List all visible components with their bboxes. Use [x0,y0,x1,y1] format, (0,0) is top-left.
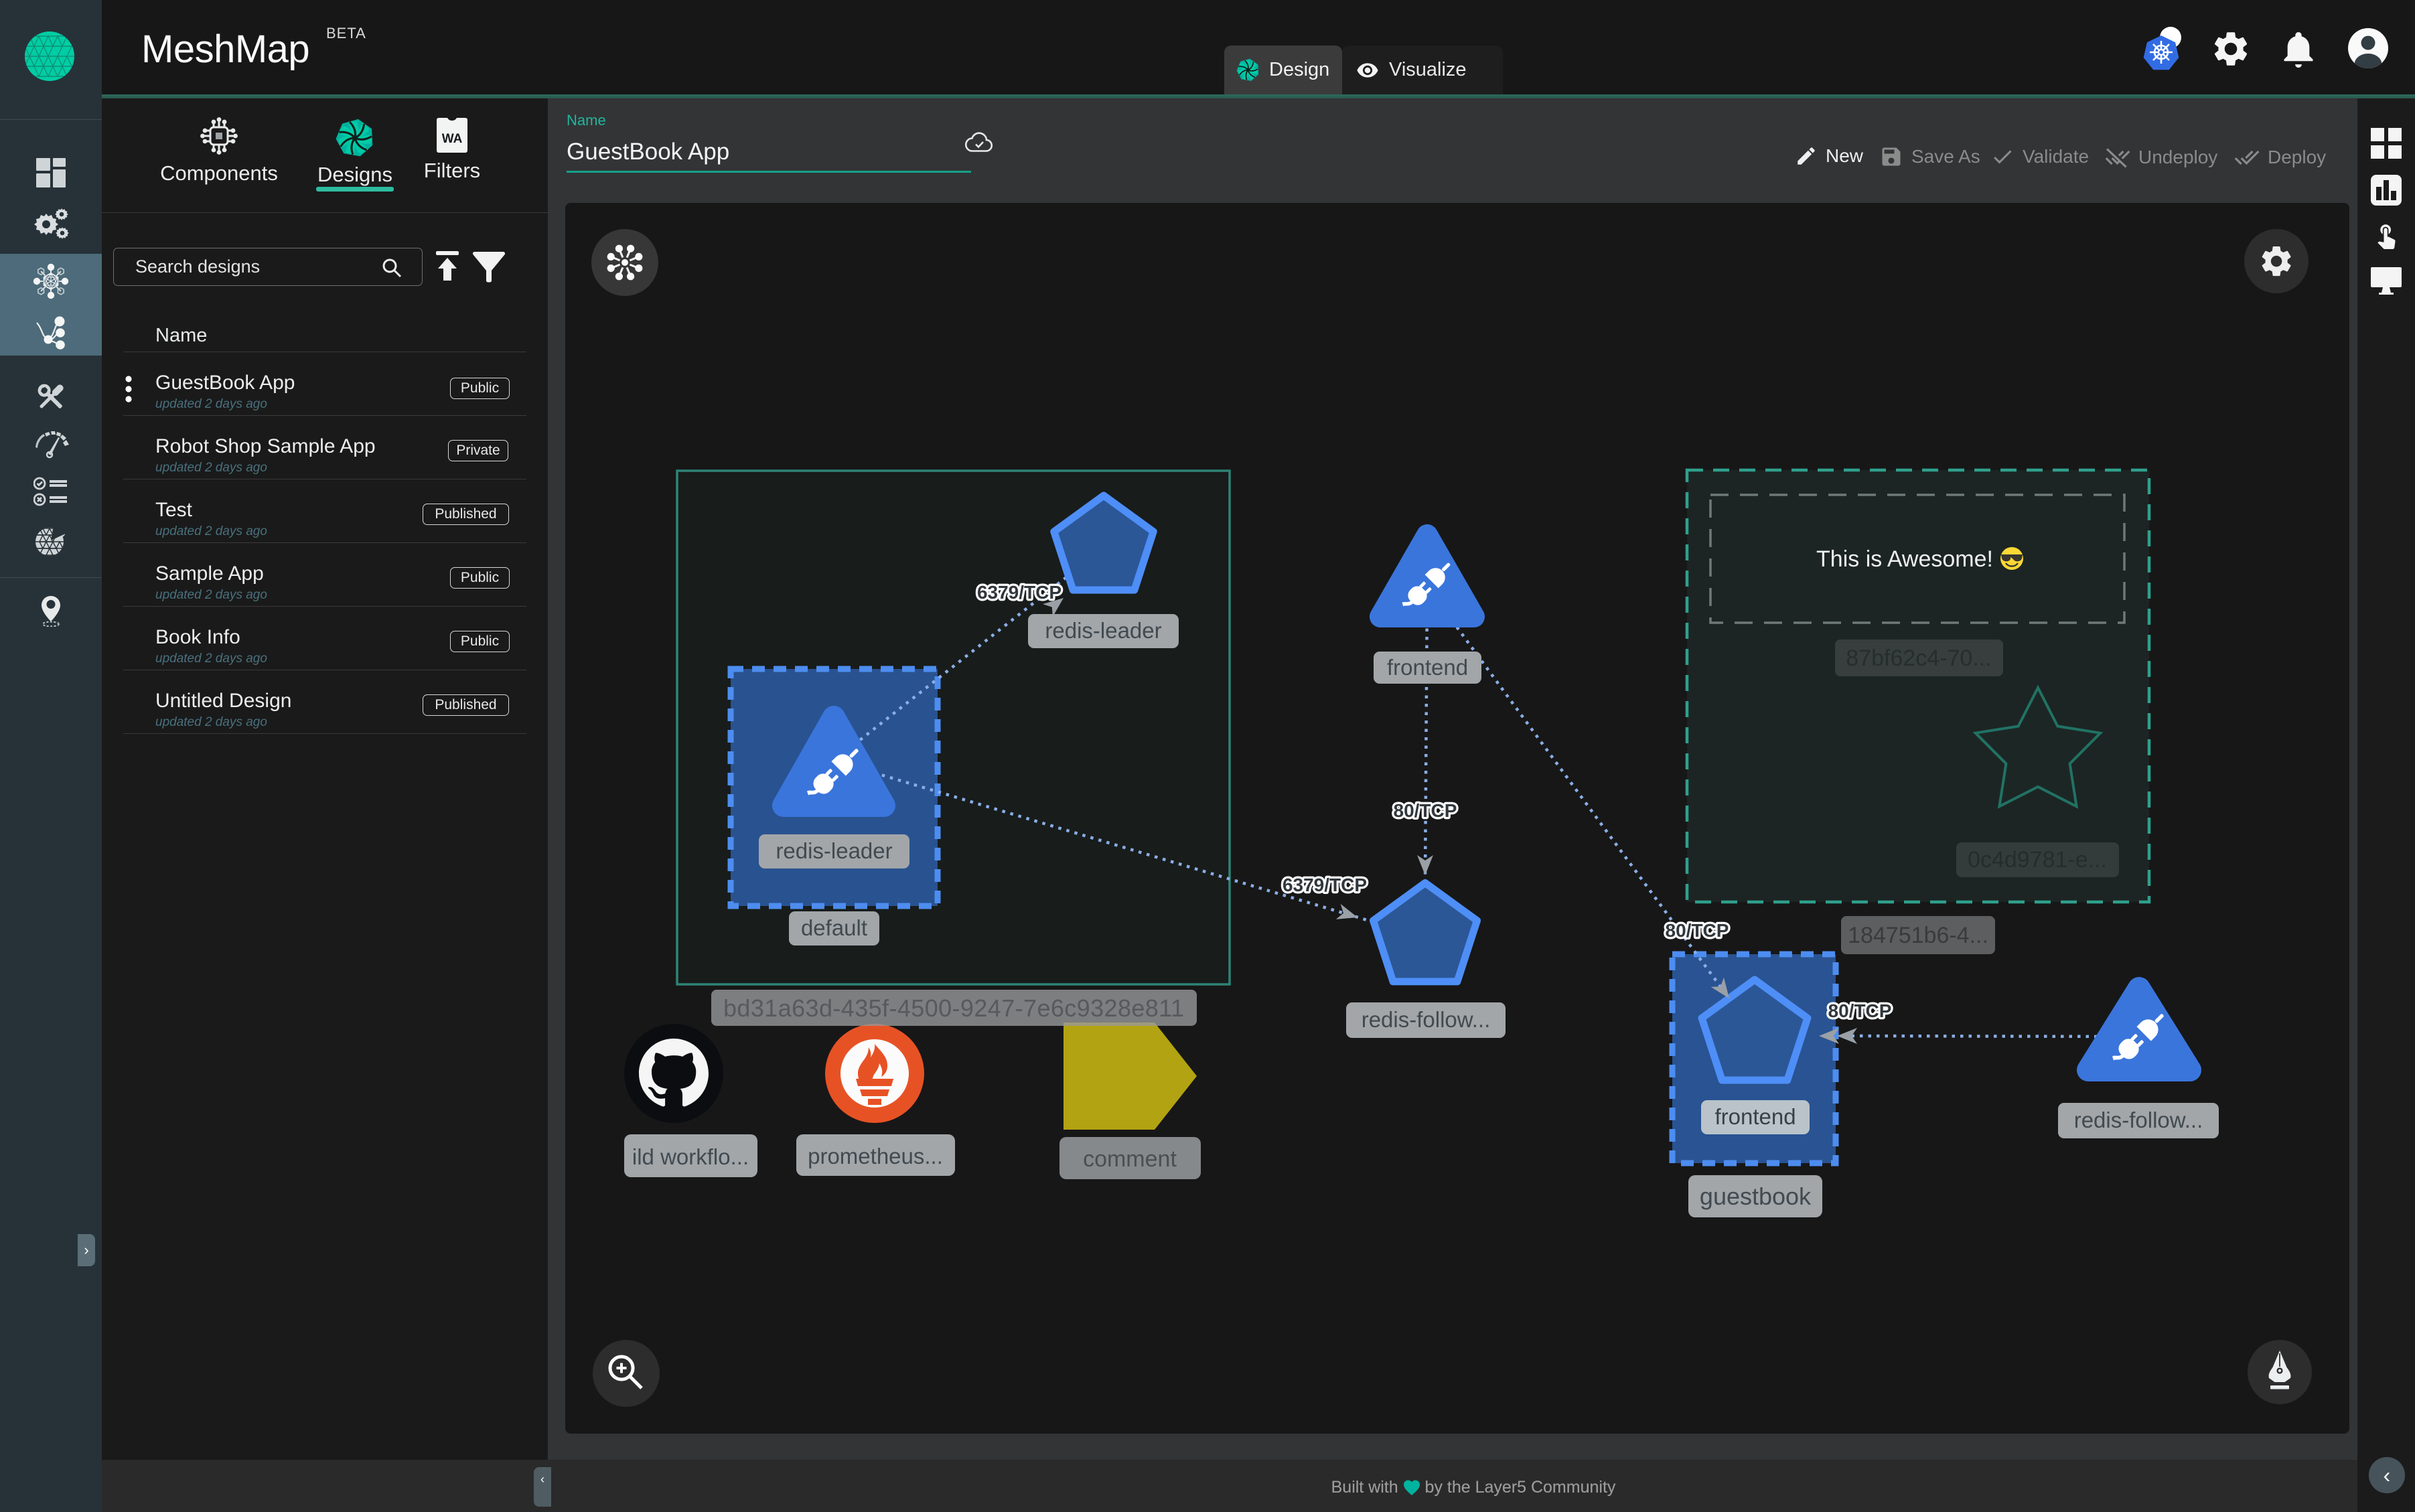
svg-text:ild workflo...: ild workflo... [632,1144,749,1169]
svg-text:80/TCP: 80/TCP [1394,800,1457,821]
svg-text:frontend: frontend [1387,655,1468,680]
svg-text:WA: WA [442,132,463,146]
svg-text:6379/TCP: 6379/TCP [977,582,1062,603]
svg-text:redis-follow...: redis-follow... [1362,1007,1491,1032]
svg-text:This is Awesome!: This is Awesome! [1816,546,1993,572]
svg-text:bd31a63d-435f-4500-9247-7e6c93: bd31a63d-435f-4500-9247-7e6c9328e811 [723,994,1184,1022]
svg-text:redis-leader: redis-leader [1045,618,1161,643]
svg-text:redis-follow...: redis-follow... [2074,1108,2203,1132]
svg-text:prometheus...: prometheus... [808,1144,943,1168]
svg-text:guestbook: guestbook [1700,1183,1812,1210]
svg-text:80/TCP: 80/TCP [1666,920,1729,941]
svg-text:80/TCP: 80/TCP [1828,1000,1892,1021]
svg-text:6379/TCP: 6379/TCP [1283,875,1367,895]
svg-text:default: default [801,915,867,940]
svg-text:0c4d9781-e...: 0c4d9781-e... [1968,847,2107,873]
svg-text:comment: comment [1083,1146,1177,1172]
svg-text:frontend: frontend [1714,1104,1796,1129]
svg-text:87bf62c4-70...: 87bf62c4-70... [1846,646,1991,671]
svg-text:redis-leader: redis-leader [776,838,892,863]
svg-text:184751b6-4...: 184751b6-4... [1848,923,1988,948]
